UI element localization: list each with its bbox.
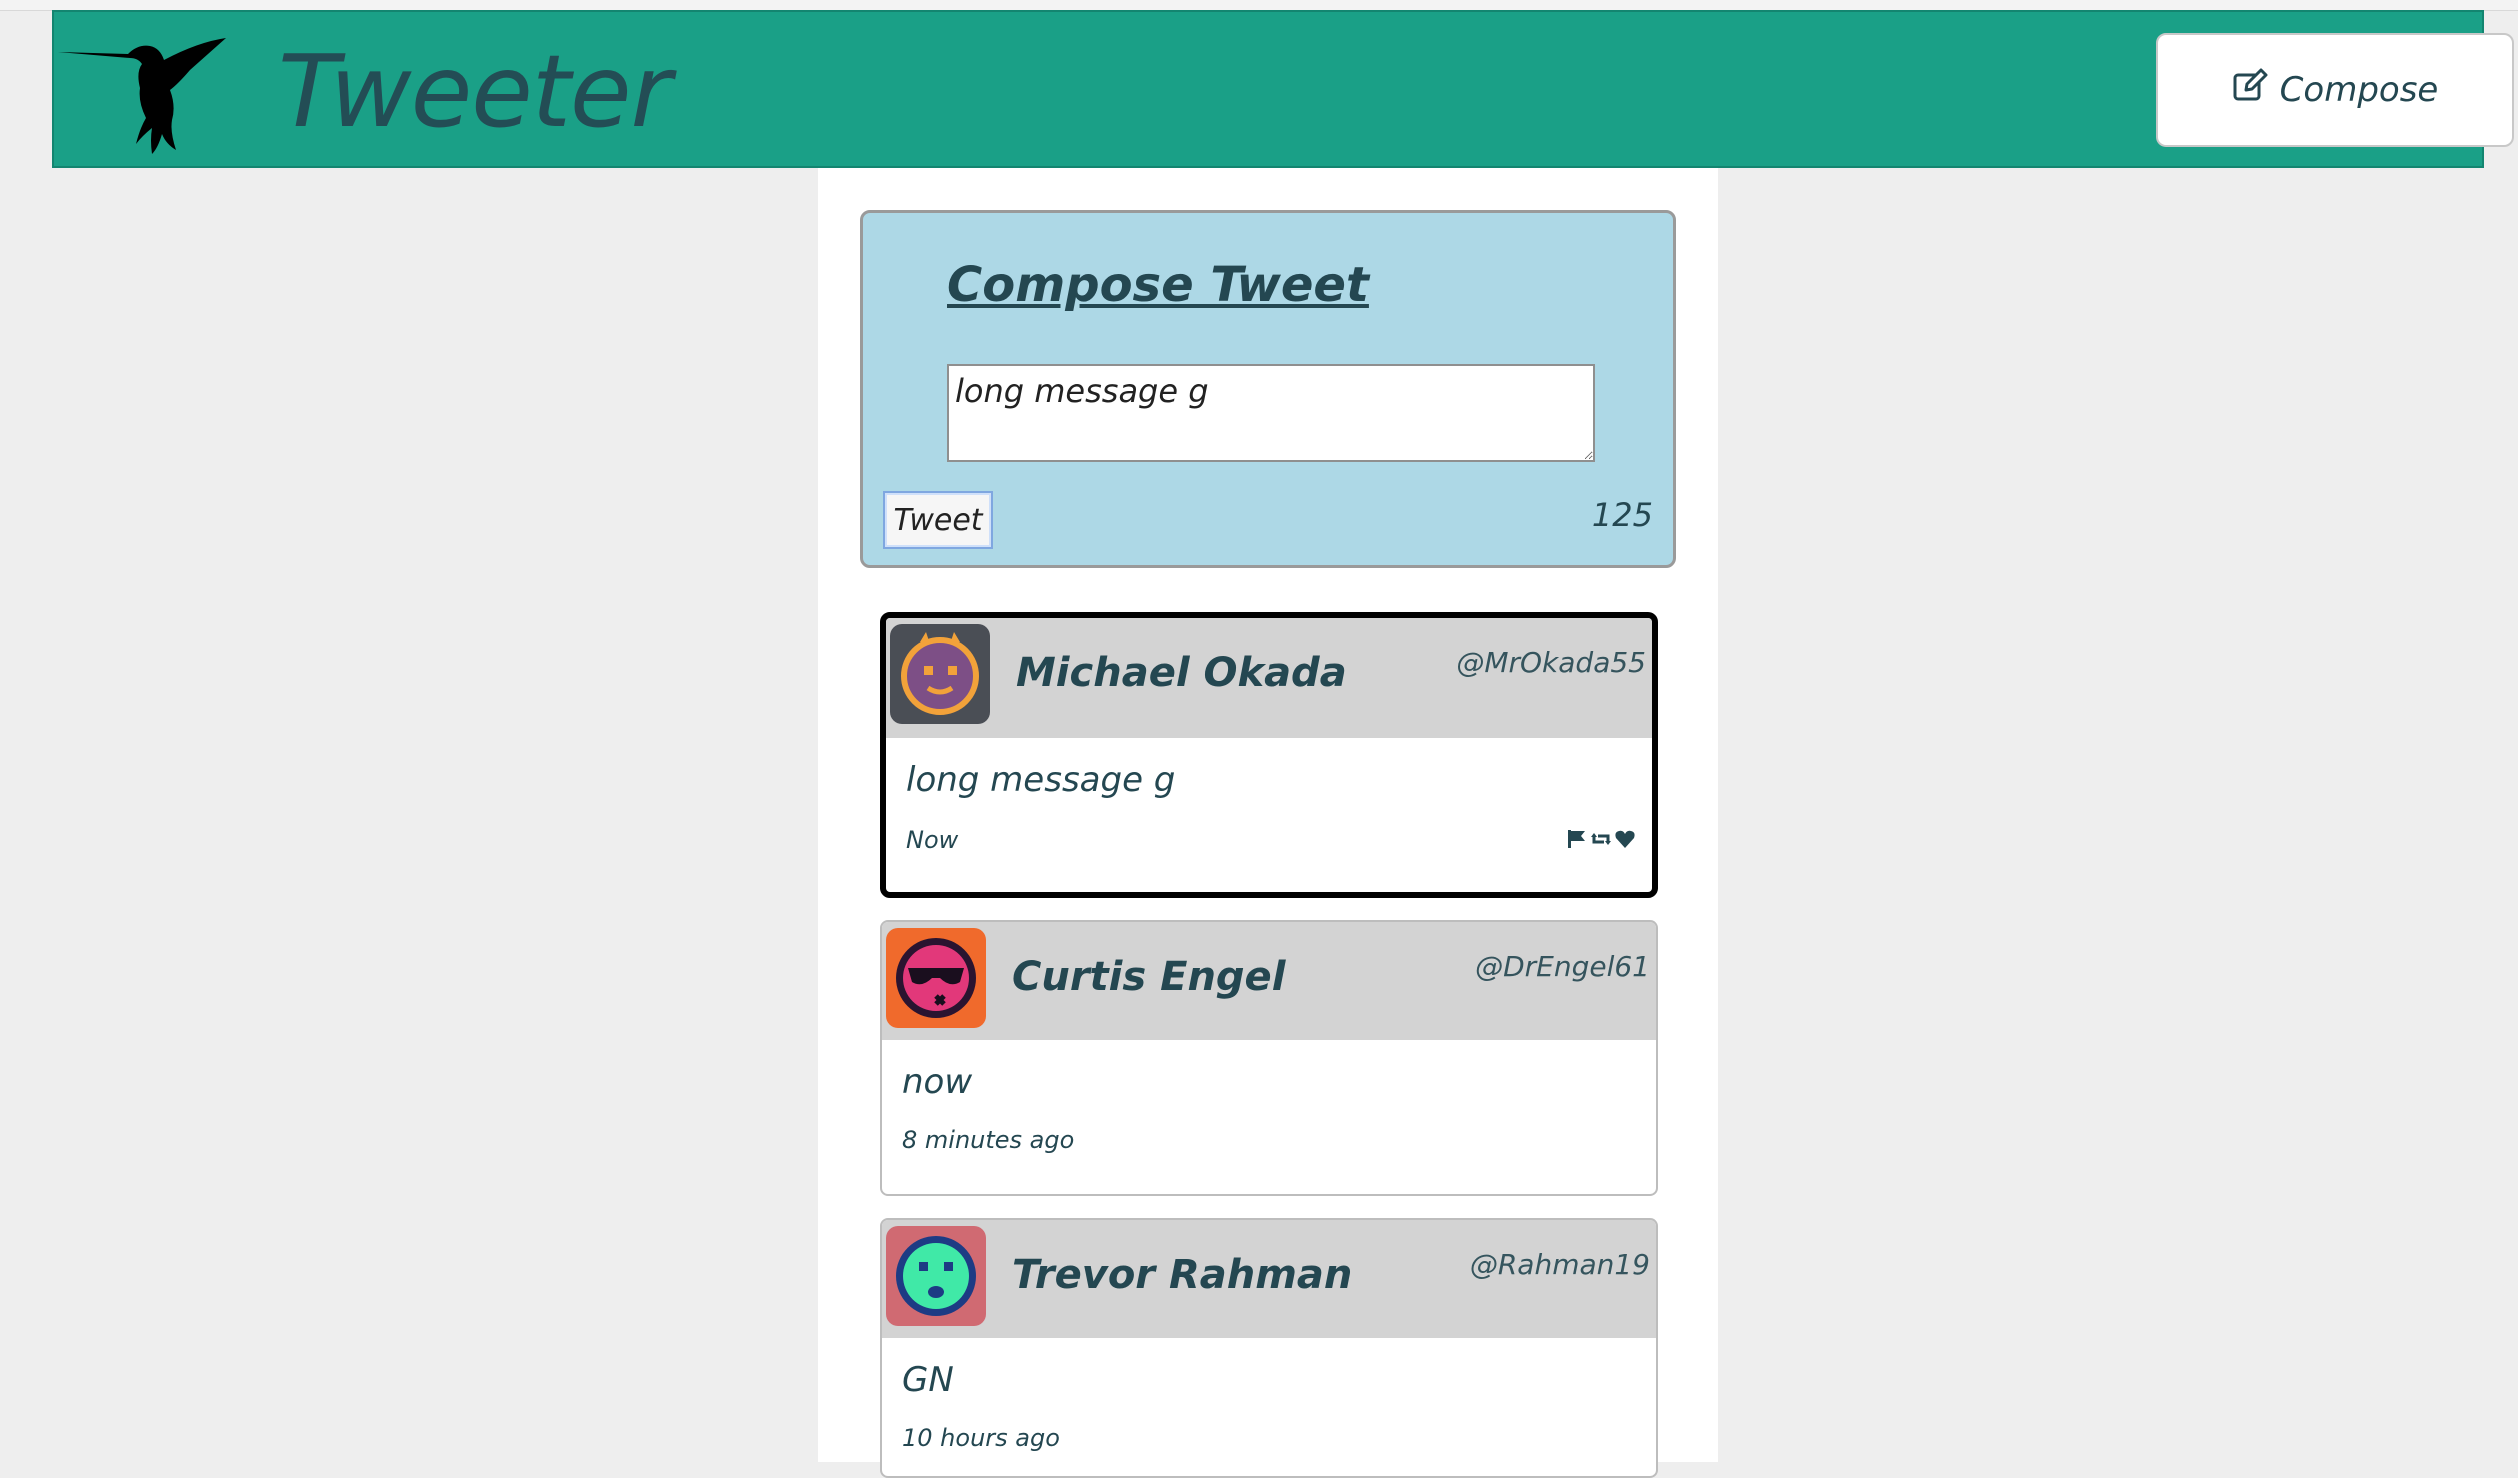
tweet-submit-button[interactable]: Tweet xyxy=(883,491,993,549)
compose-button[interactable]: Compose xyxy=(2156,33,2514,147)
tweet-actions xyxy=(1566,828,1636,850)
tweet-author-name: Michael Okada xyxy=(1016,650,1347,696)
top-nav: Tweeter Compose xyxy=(52,10,2514,168)
tweet-content: GN xyxy=(902,1360,954,1400)
compose-button-label: Compose xyxy=(2279,70,2439,110)
tweet-content: long message g xyxy=(906,760,1176,800)
compose-tweet-section: Compose Tweet long message g Tweet 125 xyxy=(860,210,1676,568)
purple-smiley-avatar-icon xyxy=(890,624,990,724)
tweet-timestamp: Now xyxy=(906,826,959,854)
compose-title: Compose Tweet xyxy=(947,257,1369,313)
tweet-author-handle: @Rahman19 xyxy=(1469,1248,1650,1281)
tweet-header: Curtis Engel @DrEngel61 xyxy=(882,922,1656,1040)
tweet-header: Trevor Rahman @Rahman19 xyxy=(882,1220,1656,1338)
tweet-card[interactable]: Trevor Rahman @Rahman19 GN 10 hours ago xyxy=(880,1218,1658,1478)
tweet-header: Michael Okada @MrOkada55 xyxy=(886,618,1652,738)
tweet-card[interactable]: Michael Okada @MrOkada55 long message g … xyxy=(880,612,1658,898)
tweet-content: now xyxy=(902,1062,973,1102)
tweet-timestamp: 8 minutes ago xyxy=(902,1126,1075,1154)
tweet-author-name: Curtis Engel xyxy=(1012,954,1286,1000)
heart-icon[interactable] xyxy=(1614,828,1636,850)
tweet-text-input[interactable]: long message g xyxy=(947,364,1595,462)
character-counter: 125 xyxy=(1591,496,1653,534)
tweet-author-name: Trevor Rahman xyxy=(1012,1252,1353,1298)
tweet-timestamp: 10 hours ago xyxy=(902,1424,1060,1452)
retweet-icon[interactable] xyxy=(1590,828,1612,850)
brand-title: Tweeter xyxy=(278,33,672,150)
edit-icon xyxy=(2232,68,2268,113)
tweet-author-handle: @DrEngel61 xyxy=(1475,950,1650,983)
tweet-card[interactable]: Curtis Engel @DrEngel61 now 8 minutes ag… xyxy=(880,920,1658,1196)
flag-icon[interactable] xyxy=(1566,828,1588,850)
green-sad-avatar-icon xyxy=(886,1226,986,1326)
hummingbird-logo-icon xyxy=(58,32,268,157)
pink-sunglasses-avatar-icon xyxy=(886,928,986,1028)
tweet-author-handle: @MrOkada55 xyxy=(1456,646,1646,679)
